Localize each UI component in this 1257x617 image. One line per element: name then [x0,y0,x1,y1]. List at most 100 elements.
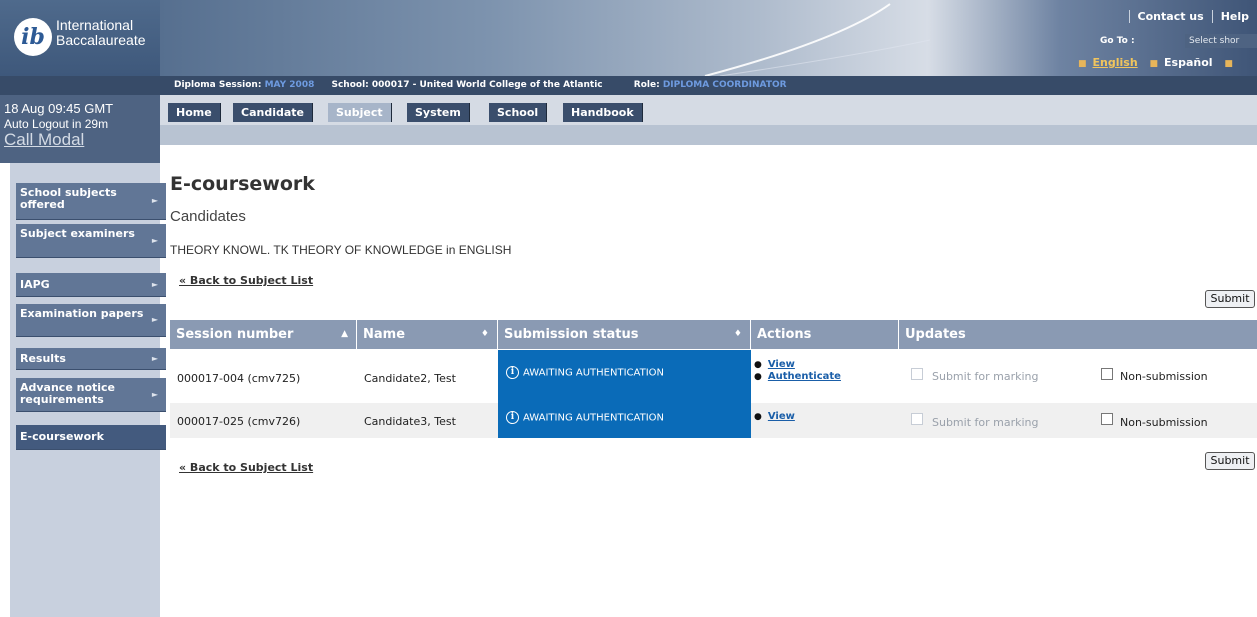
clock-time: 18 Aug 09:45 GMT [4,101,114,116]
sort-icon: ♦ [480,329,489,339]
language-spanish[interactable]: Español [1164,56,1213,69]
session-value: MAY 2008 [264,80,315,90]
status-badge: i AWAITING AUTHENTICATION [498,403,751,438]
auto-logout: Auto Logout in 29m [4,117,109,131]
school-value: 000017 - United World College of the Atl… [371,80,603,90]
arrow-right-icon: ► [151,196,158,205]
tab-bar: Home Candidate Subject System School Han… [160,95,1257,125]
sidebar-item-iapg[interactable]: IAPG ► [16,273,166,297]
arrow-right-icon: ► [151,353,158,363]
ib-logo-icon[interactable]: ib [14,18,52,56]
top-links: Contact us Help [1128,10,1257,23]
non-submission-checkbox[interactable] [1101,413,1113,425]
brand-name: International Baccalaureate [56,18,146,48]
logo-area: ib International Baccalaureate [0,0,160,76]
bullet-icon: ● [754,372,762,382]
submit-for-marking-label: Submit for marking [932,416,1039,429]
role-value: DIPLOMA COORDINATOR [662,80,787,90]
column-header-name[interactable]: Name ♦ [357,320,498,349]
role-label: Role: [633,80,660,90]
candidate-name: Candidate3, Test [364,415,456,428]
status-text: AWAITING AUTHENTICATION [523,367,664,379]
sidebar-item-advance-notice[interactable]: Advance notice requirements ► [16,378,166,412]
goto-select[interactable]: Select shor [1185,34,1257,48]
tab-school[interactable]: School [489,103,548,122]
left-column: ib International Baccalaureate 18 Aug 09… [0,0,166,617]
tab-candidate[interactable]: Candidate [233,103,313,122]
candidate-name: Candidate2, Test [364,372,456,385]
column-header-label: Actions [757,327,812,342]
bullet-icon: ● [754,412,762,422]
submit-for-marking-label: Submit for marking [932,370,1039,383]
brand-line-2: Baccalaureate [56,32,146,48]
back-to-subject-list-link[interactable]: « Back to Subject List [179,274,313,287]
tab-subject[interactable]: Subject [328,103,392,122]
column-header-label: Name [363,327,406,342]
sidebar-item-label: Examination papers [20,307,144,320]
sort-up-icon: ▲ [341,329,348,339]
bullet-icon: ■ [1078,59,1087,69]
clock-box: 18 Aug 09:45 GMT Auto Logout in 29m Call… [0,95,160,163]
bullet-icon: ■ [1149,59,1159,69]
status-text: AWAITING AUTHENTICATION [523,412,664,424]
non-submission-label: Non-submission [1120,416,1208,429]
column-header-status[interactable]: Submission status ♦ [498,320,751,349]
non-submission-label: Non-submission [1120,370,1208,383]
arrow-right-icon: ► [151,235,158,245]
arrow-right-icon: ► [151,389,158,399]
sidebar-gap [0,163,10,617]
table-row: 000017-025 (cmv726) Candidate3, Test i AW… [170,403,1257,438]
call-modal-link[interactable]: Call Modal [4,131,160,149]
sort-icon: ♦ [733,329,742,339]
authenticate-link[interactable]: Authenticate [768,371,841,382]
status-badge: i AWAITING AUTHENTICATION [498,350,751,403]
row-actions: ● View ● Authenticate [754,359,841,383]
tab-system[interactable]: System [407,103,470,122]
sidebar-item-label: E-coursework [20,430,104,443]
sidebar-item-subject-examiners[interactable]: Subject examiners ► [16,224,166,258]
back-to-subject-list-link[interactable]: « Back to Subject List [179,461,313,474]
arrow-right-icon: ► [151,315,158,324]
session-bar: Diploma Session: MAY 2008 School: 000017… [160,76,1257,95]
sidebar: School subjects offered ► Subject examin… [10,163,166,617]
non-submission-checkbox[interactable] [1101,368,1113,380]
session-bar-left [0,76,160,95]
sidebar-item-label: IAPG [20,278,50,291]
column-header-label: Session number [176,327,294,342]
sidebar-item-label: Results [20,352,66,365]
submit-button[interactable]: Submit [1205,290,1255,308]
info-icon: i [506,366,519,379]
table-row: 000017-004 (cmv725) Candidate2, Test i AW… [170,350,1257,403]
sidebar-item-results[interactable]: Results ► [16,348,166,370]
column-header-label: Submission status [504,327,639,342]
session-number: 000017-004 (cmv725) [177,372,301,385]
row-actions: ● View [754,411,795,423]
brand-line-1: International [56,17,134,33]
tab-home[interactable]: Home [168,103,221,122]
tab-bar-underline [160,125,1257,145]
sidebar-item-school-subjects[interactable]: School subjects offered ► [16,183,166,220]
arrow-right-icon: ► [151,279,158,289]
view-link[interactable]: View [768,359,795,370]
info-icon: i [506,411,519,424]
column-header-session[interactable]: Session number ▲ [170,320,357,349]
sidebar-item-label: Subject examiners [20,227,135,240]
column-header-actions: Actions [751,320,899,349]
help-link[interactable]: Help [1211,10,1257,23]
tab-handbook[interactable]: Handbook [563,103,643,122]
submit-for-marking-checkbox[interactable] [911,368,923,380]
sidebar-item-examination-papers[interactable]: Examination papers ► [16,304,166,337]
sidebar-item-label: School subjects offered [20,186,117,211]
session-label: Diploma Session: [174,80,262,90]
sidebar-item-e-coursework[interactable]: E-coursework [16,425,166,450]
contact-us-link[interactable]: Contact us [1128,10,1212,23]
language-links: ■ English ■ Español ■ [1070,56,1239,69]
subject-line: THEORY KNOWL. TK THEORY OF KNOWLEDGE in … [170,243,512,257]
submit-for-marking-checkbox[interactable] [911,413,923,425]
session-number: 000017-025 (cmv726) [177,415,301,428]
submit-button[interactable]: Submit [1205,452,1255,470]
view-link[interactable]: View [768,411,795,422]
bullet-icon: ● [754,360,762,370]
language-english[interactable]: English [1093,56,1138,69]
column-header-label: Updates [905,327,966,342]
